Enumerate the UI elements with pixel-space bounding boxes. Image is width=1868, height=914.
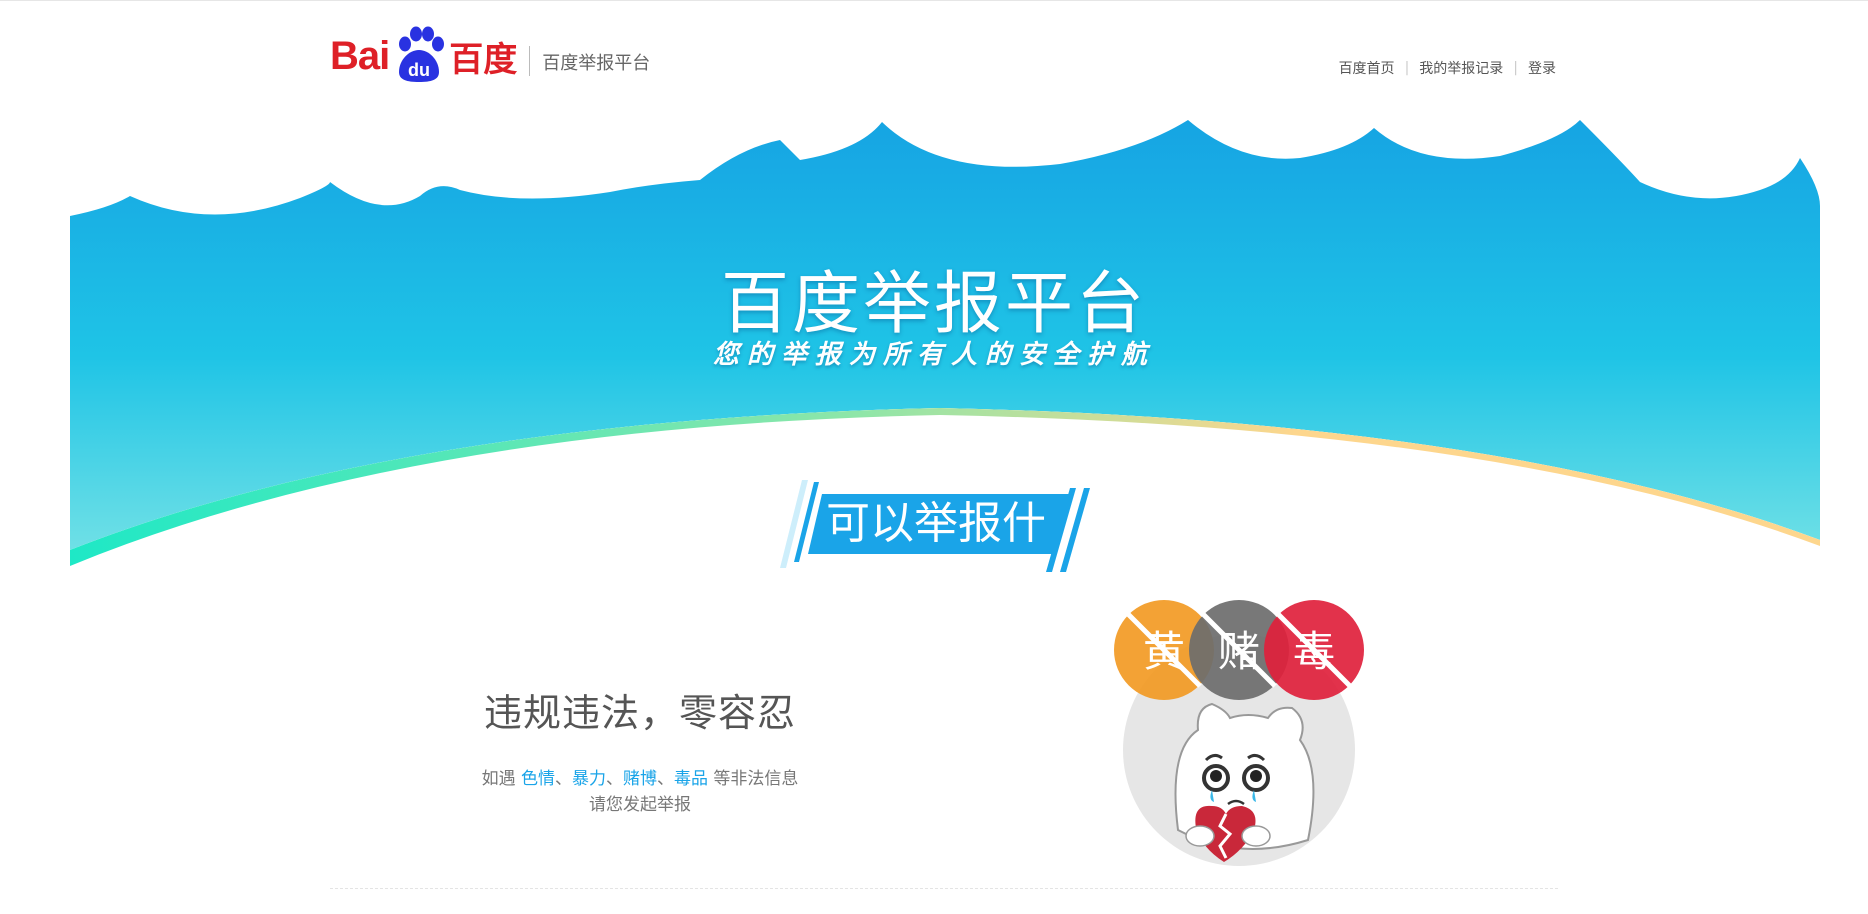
lead-desc-prefix: 如遇 <box>481 769 521 789</box>
badge-drugs: 毒 <box>1264 600 1364 700</box>
section-divider <box>330 888 1558 889</box>
banner-slogan: 您的举报为所有人的安全护航 <box>712 340 1155 370</box>
section-heading-text: 可以举报什么? <box>826 498 1046 609</box>
platform-name: 百度举报平台 <box>542 53 651 74</box>
category-link-drugs[interactable]: 毒品 <box>674 769 708 789</box>
logo-text-cn: 百度 <box>449 39 518 80</box>
nav-my-reports-link[interactable]: 我的举报记录 <box>1419 58 1503 78</box>
category-link-porn[interactable]: 色情 <box>521 769 555 789</box>
mascot-illustration: 黄赌毒 <box>1108 600 1370 870</box>
category-sep: 、 <box>555 769 572 789</box>
lead-title: 违规违法，零容忍 <box>483 691 796 735</box>
nav-separator: | <box>1404 60 1410 76</box>
lead-description: 如遇 色情、暴力、赌博、毒品 等非法信息 请您发起举报 <box>440 766 840 818</box>
nav-login-link[interactable]: 登录 <box>1528 58 1556 78</box>
category-link-gambling[interactable]: 赌博 <box>623 769 657 789</box>
logo-divider <box>529 46 531 76</box>
lead-desc-suffix: 等非法信息 <box>708 769 799 789</box>
baidu-logo[interactable]: Bai du 百度 百度举报平台 <box>330 26 650 86</box>
top-nav: 百度首页 | 我的举报记录 | 登录 <box>1339 58 1556 78</box>
lead-desc-line1: 如遇 色情、暴力、赌博、毒品 等非法信息 <box>440 766 840 792</box>
banner-title: 百度举报平台 <box>720 265 1147 344</box>
paw-icon: du <box>391 26 447 86</box>
section-heading: 可以举报什么? <box>740 478 1130 609</box>
nav-separator: | <box>1513 60 1518 76</box>
svg-text:du: du <box>408 60 430 80</box>
category-link-violence[interactable]: 暴力 <box>572 769 606 789</box>
nav-baidu-home-link[interactable]: 百度首页 <box>1339 58 1395 78</box>
logo-text-bai: Bai <box>330 33 390 78</box>
category-sep: 、 <box>657 769 674 789</box>
category-sep: 、 <box>606 769 623 789</box>
lead-desc-line2: 请您发起举报 <box>589 795 691 815</box>
top-border <box>0 0 1868 1</box>
